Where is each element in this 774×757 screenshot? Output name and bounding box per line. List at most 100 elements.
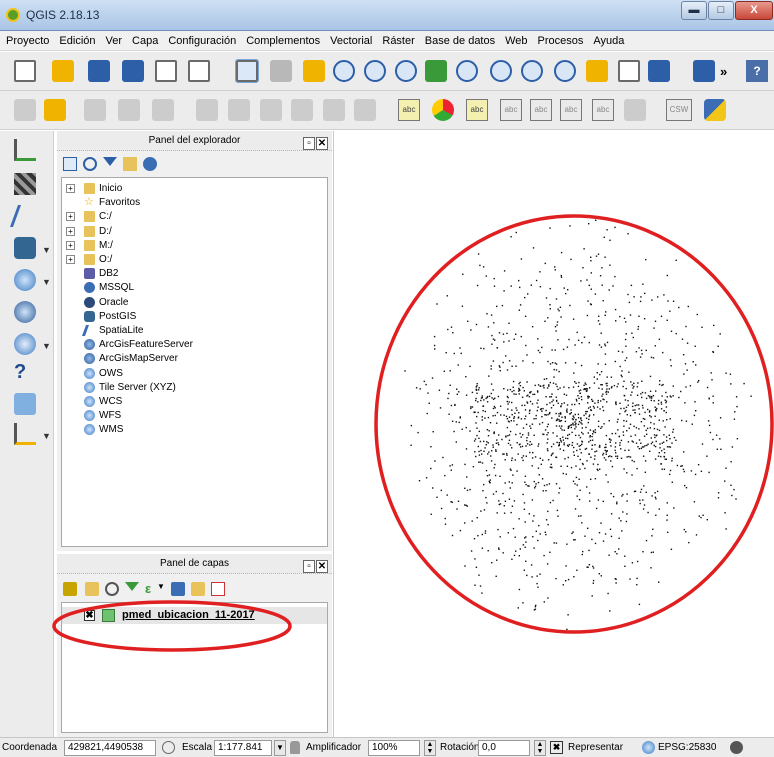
info-icon[interactable]	[143, 157, 157, 171]
label-toolbar-icon[interactable]: abc	[398, 99, 420, 121]
zoom-native-icon[interactable]	[395, 60, 417, 82]
add-virtual-layer-icon[interactable]: ?	[14, 361, 36, 383]
delete-selected-icon[interactable]	[260, 99, 282, 121]
save-as-icon[interactable]	[122, 60, 144, 82]
rotate-label-icon[interactable]: abc	[592, 99, 614, 121]
menu-ver[interactable]: Ver	[106, 35, 123, 47]
zoom-out-icon[interactable]	[364, 60, 386, 82]
new-map-view-icon[interactable]	[586, 60, 608, 82]
bookmarks-icon[interactable]	[618, 60, 640, 82]
paste-features-icon[interactable]	[354, 99, 376, 121]
rotation-field[interactable]: 0,0	[478, 740, 530, 756]
close-panel-button[interactable]: ✕	[316, 560, 328, 573]
menu-ayuda[interactable]: Ayuda	[593, 35, 624, 47]
add-delimited-text-icon[interactable]	[14, 333, 36, 355]
crs-label[interactable]: EPSG:25830	[658, 742, 716, 753]
remove-layer-icon[interactable]	[211, 582, 225, 596]
layer-style-icon[interactable]	[63, 582, 77, 596]
menu-complementos[interactable]: Complementos	[246, 35, 320, 47]
menu-base-de-datos[interactable]: Base de datos	[425, 35, 495, 47]
visibility-icon[interactable]	[105, 582, 119, 596]
menu-proyecto[interactable]: Proyecto	[6, 35, 49, 47]
add-selected-layers-icon[interactable]	[63, 157, 77, 171]
refresh-icon[interactable]	[83, 157, 97, 171]
dropdown-arrow-icon[interactable]: ▼	[42, 245, 51, 255]
zoom-layer-icon[interactable]	[490, 60, 512, 82]
new-print-composer-icon[interactable]	[155, 60, 177, 82]
new-project-icon[interactable]	[14, 60, 36, 82]
composer-manager-icon[interactable]	[188, 60, 210, 82]
node-tool-icon[interactable]	[228, 99, 250, 121]
add-vector-layer-icon[interactable]	[14, 139, 36, 161]
add-wfs-layer-icon[interactable]	[14, 393, 36, 415]
menu-raster[interactable]: Ráster	[382, 35, 414, 47]
show-hide-labels-icon[interactable]: abc	[530, 99, 552, 121]
dropdown-arrow-icon[interactable]: ▼	[42, 277, 51, 287]
move-feature-icon[interactable]	[196, 99, 218, 121]
expand-icon[interactable]: +	[66, 212, 75, 222]
render-checkbox[interactable]: ✖	[550, 741, 563, 754]
scale-field[interactable]: 1:177.841	[214, 740, 272, 756]
magnifier-field[interactable]: 100%	[368, 740, 420, 756]
expand-icon[interactable]: +	[66, 226, 75, 236]
zoom-last-icon[interactable]	[521, 60, 543, 82]
filter-icon[interactable]	[103, 157, 117, 166]
current-edits-icon[interactable]	[14, 99, 36, 121]
lock-scale-icon[interactable]	[290, 741, 300, 754]
pin-labels-icon[interactable]: abc	[500, 99, 522, 121]
magnifier-spinner[interactable]: ▲ ▼	[424, 740, 436, 756]
highlight-pinned-labels-icon[interactable]: abc	[466, 99, 488, 121]
move-label-icon[interactable]: abc	[560, 99, 582, 121]
filter-legend-icon[interactable]	[125, 582, 139, 591]
change-label-icon[interactable]	[624, 99, 646, 121]
extents-toggle-icon[interactable]	[162, 741, 175, 754]
dropdown-arrow-icon[interactable]: ▼	[42, 341, 51, 351]
float-panel-button[interactable]: ▫	[303, 137, 315, 150]
python-console-icon[interactable]	[704, 99, 726, 121]
add-spatialite-layer-icon[interactable]	[9, 205, 41, 227]
pan-to-selection-icon[interactable]	[303, 60, 325, 82]
toggle-editing-icon[interactable]	[44, 99, 66, 121]
copy-features-icon[interactable]	[323, 99, 345, 121]
save-project-icon[interactable]	[88, 60, 110, 82]
add-group-icon[interactable]	[85, 582, 99, 596]
messages-icon[interactable]	[730, 741, 743, 754]
diagram-options-icon[interactable]	[432, 99, 454, 121]
expand-icon[interactable]: +	[66, 255, 75, 264]
touch-zoom-pan-icon[interactable]	[235, 59, 259, 83]
new-shapefile-layer-icon[interactable]	[14, 423, 36, 445]
coordinate-field[interactable]: 429821,4490538	[64, 740, 156, 756]
close-panel-button[interactable]: ✕	[316, 137, 328, 150]
crs-globe-icon[interactable]	[642, 741, 655, 754]
menu-web[interactable]: Web	[505, 35, 527, 47]
map-canvas[interactable]	[333, 131, 774, 737]
expand-all-icon[interactable]	[171, 582, 185, 596]
float-panel-button[interactable]: ▫	[303, 560, 315, 573]
identify-icon[interactable]	[693, 60, 715, 82]
toolbar-overflow-icon[interactable]: »	[720, 64, 727, 79]
maximize-button[interactable]: □	[708, 1, 734, 20]
scale-dropdown-icon[interactable]: ▼	[274, 740, 286, 756]
collapse-all-icon[interactable]	[191, 582, 205, 596]
menu-edicion[interactable]: Edición	[59, 35, 95, 47]
layer-name[interactable]: pmed_ubicacion_11-2017	[122, 609, 255, 621]
menu-procesos[interactable]: Procesos	[538, 35, 584, 47]
dropdown-arrow-icon[interactable]: ▼	[42, 431, 51, 441]
close-button[interactable]: X	[735, 1, 773, 20]
rotation-spinner[interactable]: ▲ ▼	[534, 740, 546, 756]
csw-icon[interactable]: CSW	[666, 99, 692, 121]
add-wcs-layer-icon[interactable]	[14, 301, 36, 323]
add-feature-icon[interactable]	[118, 99, 140, 121]
zoom-full-icon[interactable]	[425, 60, 447, 82]
zoom-selection-icon[interactable]	[456, 60, 478, 82]
add-postgis-layer-icon[interactable]	[14, 237, 36, 259]
expand-icon[interactable]: +	[66, 184, 75, 193]
help-icon[interactable]: ?	[746, 60, 768, 82]
refresh-icon[interactable]	[648, 60, 670, 82]
minimize-button[interactable]: ▬	[681, 1, 707, 20]
pan-map-icon[interactable]	[270, 60, 292, 82]
collapse-all-icon[interactable]	[123, 157, 137, 171]
vertex-tool-icon[interactable]	[152, 99, 174, 121]
dropdown-arrow-icon[interactable]: ▼	[157, 582, 171, 596]
menu-vectorial[interactable]: Vectorial	[330, 35, 372, 47]
